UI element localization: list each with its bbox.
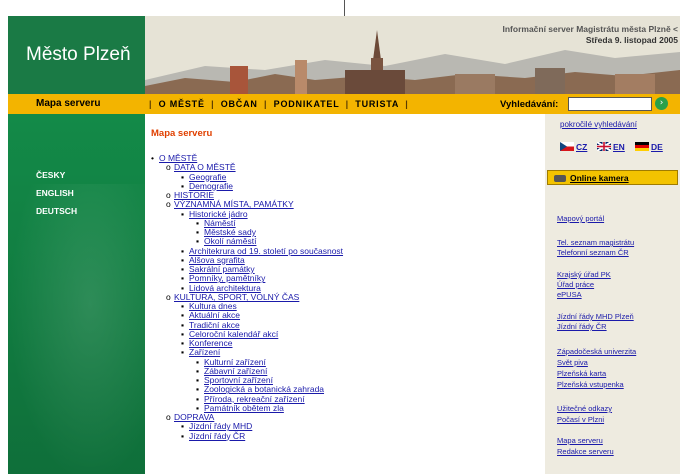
right-link[interactable]: ePUSA: [557, 290, 582, 299]
flag-de-icon[interactable]: [635, 142, 649, 151]
bullet-icon: ▪: [181, 347, 185, 358]
main-content: Mapa serveru • O MĚSTĚ o DATA O MĚSTĚ ▪ Geogr…: [145, 114, 545, 474]
search-label: Vyhledávání:: [500, 99, 559, 110]
nav-section-title: Mapa serveru: [36, 98, 101, 109]
flag-cz-label[interactable]: CZ: [576, 142, 587, 152]
nav-links: | O MĚSTĚ | OBČAN | PODNIKATEL | TURISTA…: [146, 99, 412, 109]
camera-icon: [554, 175, 566, 182]
online-camera-button[interactable]: Online kamera: [547, 170, 678, 185]
sitemap-tree: • O MĚSTĚ o DATA O MĚSTĚ ▪ Geografie ▪ Demograf…: [151, 153, 531, 441]
right-sidebar: pokročilé vyhledávání CZ EN DE Online ka…: [545, 114, 680, 474]
flag-de-label[interactable]: DE: [651, 142, 663, 152]
right-link[interactable]: Západočeská univerzita: [557, 347, 636, 356]
sitemap-link[interactable]: Jízdní řády ČR: [189, 431, 245, 441]
bullet-icon: o: [166, 199, 171, 210]
header-info: Informační server Magistrátu města Plzně…: [428, 24, 679, 46]
right-link[interactable]: Svět piva: [557, 358, 588, 367]
building-watermark: [8, 184, 145, 474]
right-link[interactable]: Jízdní řády MHD Plzeň: [557, 312, 634, 321]
search-go-icon[interactable]: ›: [655, 97, 668, 110]
lang-link-czech[interactable]: ČESKY: [36, 170, 65, 180]
right-link[interactable]: Tel. seznam magistrátu: [557, 238, 634, 247]
right-link[interactable]: Telefonní seznam ČR: [557, 248, 629, 257]
right-link[interactable]: Úřad práce: [557, 280, 594, 289]
sitemap-link[interactable]: Památník obětem zla: [204, 403, 284, 413]
nav-link-o-meste[interactable]: O MĚSTĚ: [159, 99, 205, 109]
site-logo[interactable]: Město Plzeň: [8, 16, 145, 94]
site-name: Město Plzeň: [26, 44, 131, 65]
flag-en-label[interactable]: EN: [613, 142, 625, 152]
nav-separator: |: [405, 99, 409, 109]
right-link[interactable]: Plzeňská karta: [557, 369, 606, 378]
bullet-icon: o: [166, 291, 171, 302]
online-camera-label: Online kamera: [570, 173, 629, 183]
nav-separator: |: [149, 99, 153, 109]
flag-en-icon[interactable]: [597, 142, 611, 151]
nav-link-podnikatel[interactable]: PODNIKATEL: [274, 99, 340, 109]
right-link[interactable]: Krajský úřad PK: [557, 270, 611, 279]
language-sidebar: ČESKY ENGLISH DEUTSCH: [8, 114, 145, 474]
right-link[interactable]: Počasí v Plzni: [557, 415, 604, 424]
page-title: Mapa serveru: [151, 128, 213, 139]
bullet-icon: o: [166, 412, 171, 422]
nav-separator: |: [264, 99, 268, 109]
lang-link-deutsch[interactable]: DEUTSCH: [36, 206, 77, 216]
right-link[interactable]: Redakce serveru: [557, 447, 614, 456]
search-input[interactable]: [568, 97, 652, 111]
main-navbar: Mapa serveru | O MĚSTĚ | OBČAN | PODNIKA…: [8, 94, 680, 114]
nav-separator: |: [345, 99, 349, 109]
sitemap-item: ▪ Jízdní řády ČR: [151, 430, 531, 441]
right-link[interactable]: Mapa serveru: [557, 436, 603, 445]
right-link[interactable]: Plzeňská vstupenka: [557, 380, 624, 389]
flag-cz-icon[interactable]: [560, 142, 574, 151]
right-link[interactable]: Mapový portál: [557, 214, 604, 223]
right-link[interactable]: Jízdní řády ČR: [557, 322, 607, 331]
page-frame: Město Plzeň Informační server Magistrátu…: [8, 16, 680, 474]
top-strip: [0, 0, 680, 16]
bullet-icon: ▪: [181, 430, 185, 441]
nav-link-obcan[interactable]: OBČAN: [221, 99, 258, 109]
nav-separator: |: [211, 99, 215, 109]
bullet-icon: ▪: [181, 208, 185, 219]
advanced-search-link[interactable]: pokročilé vyhledávání: [560, 120, 637, 129]
bullet-icon: •: [151, 153, 154, 163]
bullet-icon: o: [166, 162, 171, 173]
date-text: Středa 9. listopad 2005: [585, 35, 678, 45]
server-info-text: Informační server Magistrátu města Plzně…: [502, 24, 679, 34]
right-link[interactable]: Užitečné odkazy: [557, 404, 612, 413]
top-divider: [344, 0, 345, 16]
nav-link-turista[interactable]: TURISTA: [355, 99, 399, 109]
lang-link-english[interactable]: ENGLISH: [36, 188, 74, 198]
